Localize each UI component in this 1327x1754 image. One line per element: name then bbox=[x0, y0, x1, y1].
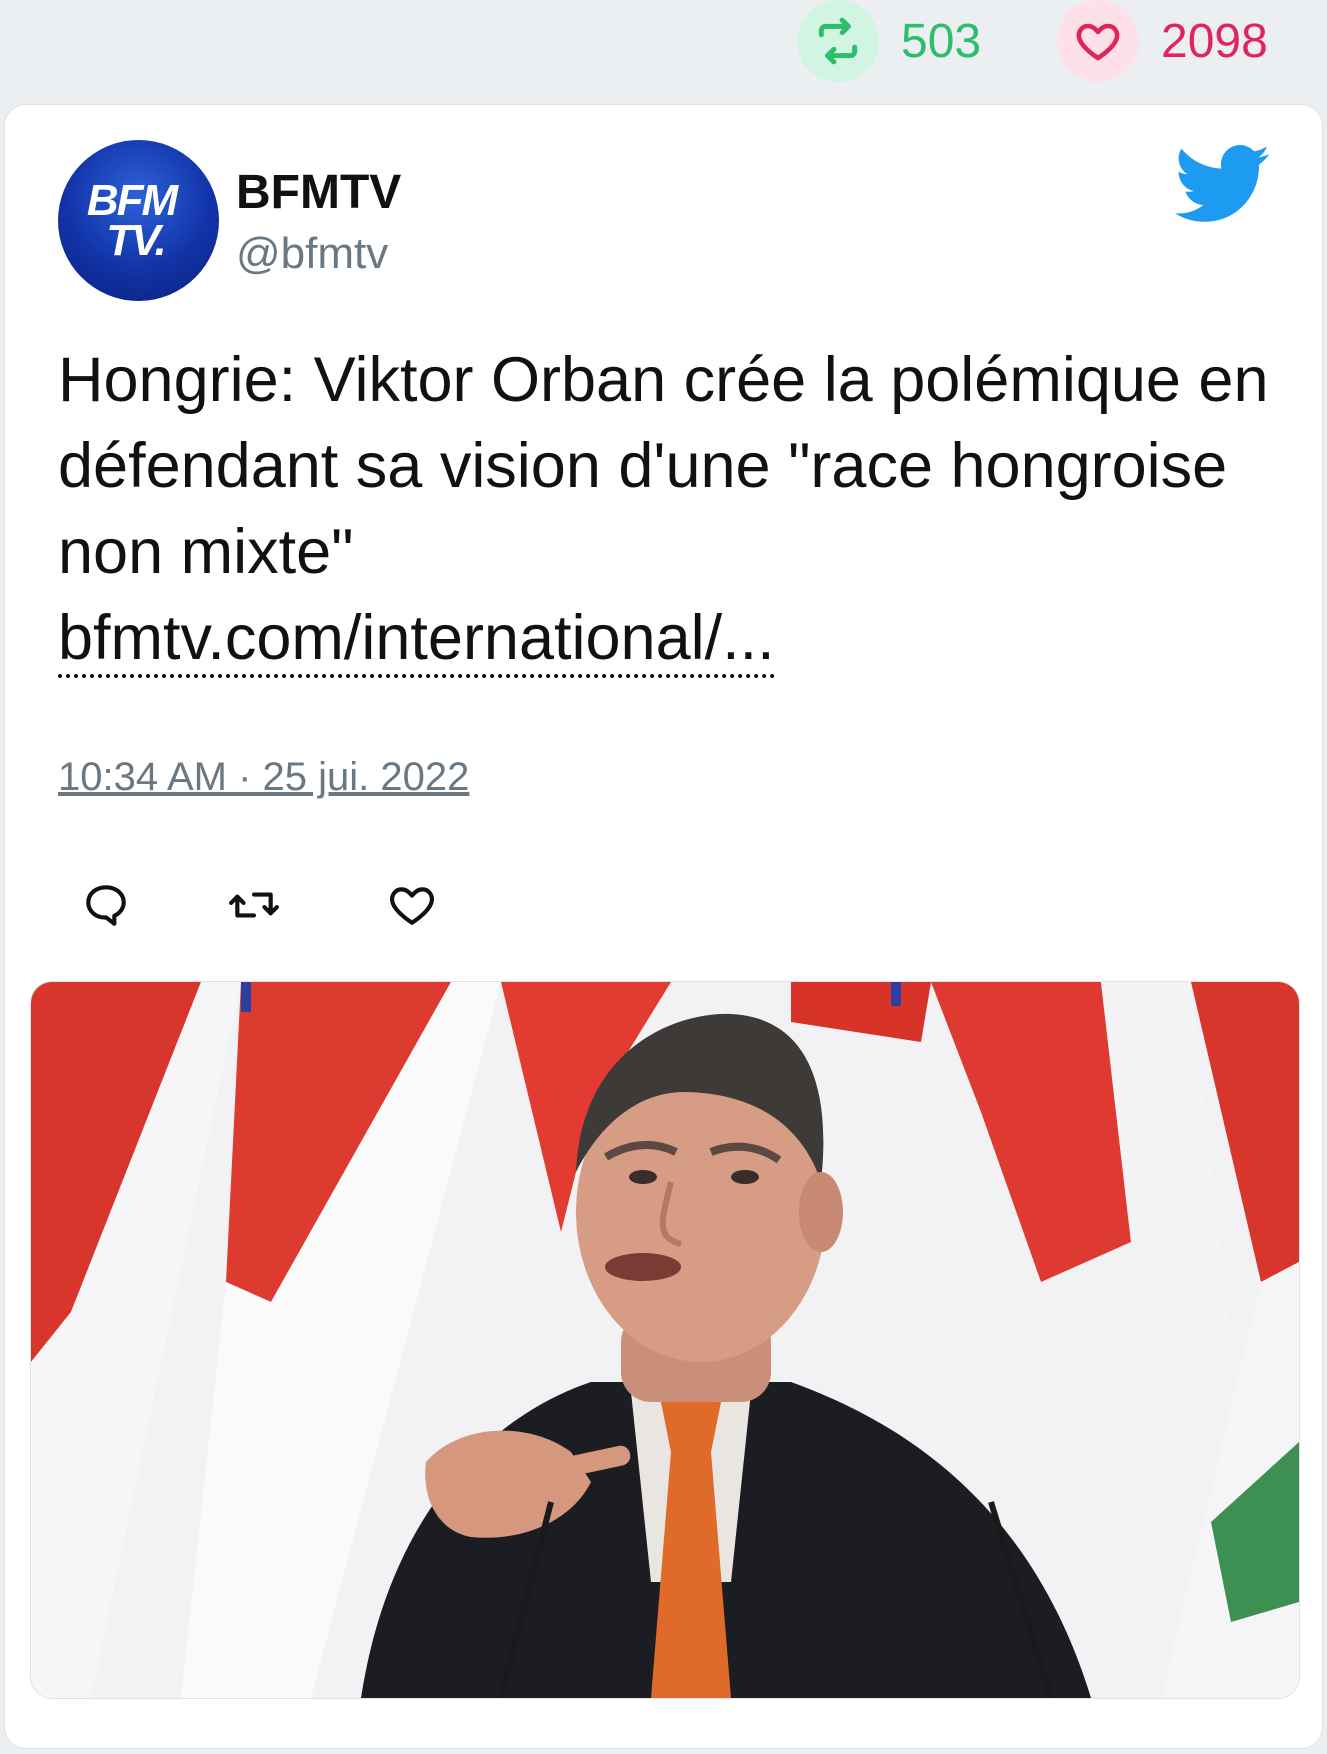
tweet-link[interactable]: bfmtv.com/international/... bbox=[58, 602, 775, 678]
tweet-text: Hongrie: Viktor Orban crée la polémique … bbox=[58, 345, 1269, 587]
heart-icon[interactable] bbox=[1057, 0, 1139, 82]
avatar[interactable]: BFM TV. bbox=[58, 140, 219, 301]
retweet-count: 503 bbox=[901, 14, 982, 68]
photo-illustration bbox=[31, 982, 1299, 1698]
retweet-action-icon[interactable] bbox=[226, 877, 282, 933]
twitter-bird-icon[interactable] bbox=[1174, 145, 1271, 230]
retweet-stat[interactable]: 503 bbox=[797, 0, 981, 82]
author-name[interactable]: BFMTV bbox=[236, 165, 401, 220]
avatar-text-line1: BFM bbox=[86, 175, 178, 225]
retweet-icon[interactable] bbox=[797, 0, 879, 82]
avatar-text-line2: TV. bbox=[106, 215, 166, 265]
reply-icon[interactable] bbox=[78, 877, 134, 933]
tweet-text-block: Hongrie: Viktor Orban crée la polémique … bbox=[58, 337, 1278, 681]
tweet-card: BFM TV. BFMTV @bfmtv Hongrie: Viktor Orb… bbox=[4, 104, 1323, 1749]
tweet-photo[interactable] bbox=[30, 981, 1300, 1699]
like-stat[interactable]: 2098 bbox=[1057, 0, 1268, 82]
tweet-timestamp[interactable]: 10:34 AM · 25 jui. 2022 bbox=[58, 755, 469, 800]
author-handle[interactable]: @bfmtv bbox=[236, 229, 388, 279]
like-icon[interactable] bbox=[384, 877, 440, 933]
like-count: 2098 bbox=[1161, 14, 1268, 68]
tweet-stats-bar: 503 2098 bbox=[0, 0, 1327, 98]
